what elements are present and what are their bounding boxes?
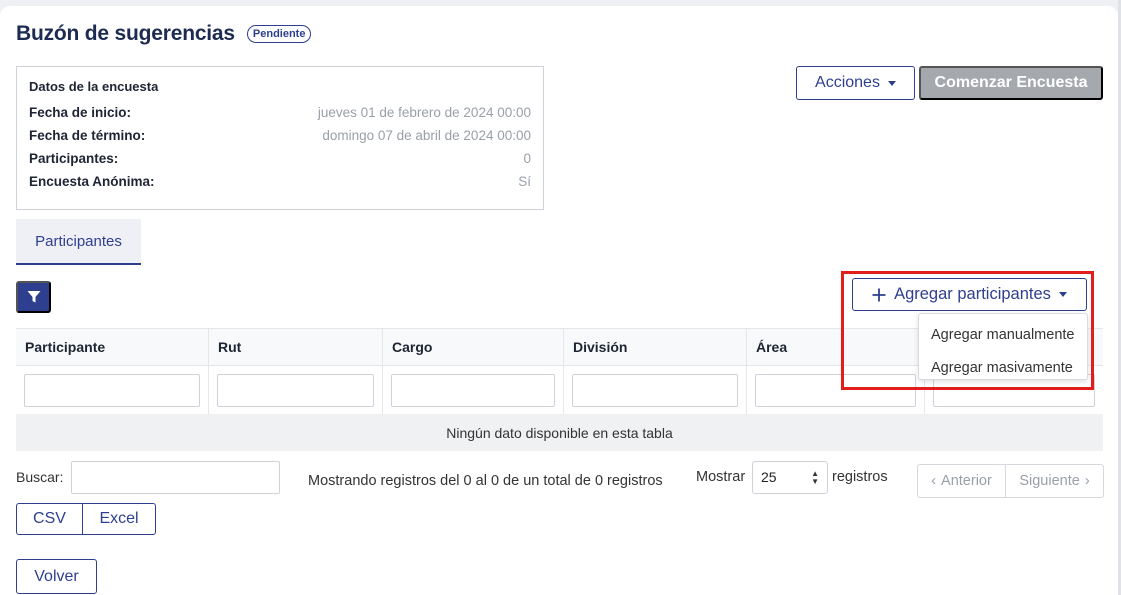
info-label: Fecha de inicio:: [29, 105, 132, 120]
export-excel-button[interactable]: Excel: [83, 503, 156, 535]
column-header-area[interactable]: Área: [747, 329, 925, 365]
sort-arrows-icon: ▲ ▼: [811, 469, 819, 486]
acciones-dropdown-button[interactable]: Acciones: [796, 66, 915, 100]
add-participants-label: Agregar participantes: [894, 285, 1051, 303]
plus-icon: [872, 288, 886, 301]
filter-cell: [16, 366, 209, 414]
page-title: Buzón de sugerencias: [16, 22, 235, 45]
back-button[interactable]: Volver: [16, 559, 97, 594]
table-info-text: Mostrando registros del 0 al 0 de un tot…: [308, 473, 663, 489]
filter-input-division[interactable]: [572, 374, 738, 407]
acciones-label: Acciones: [815, 74, 880, 91]
info-row-participants: Participantes: 0: [29, 151, 531, 174]
next-page-button[interactable]: Siguiente ›: [1006, 464, 1104, 498]
column-header-division[interactable]: División: [564, 329, 747, 365]
add-participants-dropdown-button[interactable]: Agregar participantes: [852, 278, 1087, 311]
info-label: Participantes:: [29, 151, 119, 166]
page-size-select[interactable]: 25 ▲ ▼: [752, 461, 828, 494]
filter-button[interactable]: [16, 281, 51, 313]
empty-table-message: Ningún dato disponible en esta tabla: [16, 414, 1103, 451]
info-label: Encuesta Anónima:: [29, 174, 155, 189]
title-row: Buzón de sugerencias Pendiente: [16, 22, 312, 46]
tab-participantes[interactable]: Participantes: [16, 219, 141, 265]
filter-input-area[interactable]: [755, 374, 916, 407]
caret-down-icon: [1058, 292, 1067, 297]
filter-icon: [27, 291, 40, 303]
status-badge: Pendiente: [246, 25, 312, 43]
column-header-cargo[interactable]: Cargo: [383, 329, 564, 365]
info-row-start-date: Fecha de inicio: jueves 01 de febrero de…: [29, 105, 531, 128]
export-button-group: CSV Excel: [16, 503, 156, 535]
show-label: Mostrar: [696, 469, 746, 485]
info-row-end-date: Fecha de término: domingo 07 de abril de…: [29, 128, 531, 151]
info-value: jueves 01 de febrero de 2024 00:00: [317, 105, 531, 120]
pagination: ‹ Anterior Siguiente ›: [917, 464, 1104, 498]
previous-page-button[interactable]: ‹ Anterior: [917, 464, 1006, 498]
previous-label: Anterior: [941, 473, 992, 489]
page-size-value: 25: [761, 469, 777, 485]
filter-cell: [564, 366, 747, 414]
next-label: Siguiente: [1019, 473, 1080, 489]
filter-cell: [383, 366, 564, 414]
comenzar-encuesta-button[interactable]: Comenzar Encuesta: [919, 66, 1103, 100]
filter-cell: [747, 366, 925, 414]
caret-down-icon: [887, 80, 896, 86]
survey-info-box: Datos de la encuesta Fecha de inicio: ju…: [16, 66, 544, 210]
info-value: 0: [523, 151, 531, 166]
chevron-right-icon: ›: [1084, 473, 1090, 489]
info-value: Sí: [518, 174, 531, 189]
filter-input-participante[interactable]: [24, 374, 200, 407]
export-csv-button[interactable]: CSV: [16, 503, 83, 535]
info-row-anonymous: Encuesta Anónima: Sí: [29, 174, 531, 197]
filter-input-cargo[interactable]: [391, 374, 555, 407]
search-label: Buscar:: [16, 469, 64, 485]
filter-input-rut[interactable]: [217, 374, 374, 407]
column-header-rut[interactable]: Rut: [209, 329, 383, 365]
chevron-left-icon: ‹: [931, 473, 937, 489]
info-label: Fecha de término:: [29, 128, 146, 143]
menu-item-add-bulk[interactable]: Agregar masivamente: [919, 351, 1087, 384]
column-header-participante[interactable]: Participante: [16, 329, 209, 365]
filter-cell: [209, 366, 383, 414]
records-label: registros: [832, 469, 888, 485]
search-input[interactable]: [71, 461, 280, 494]
survey-info-heading: Datos de la encuesta: [29, 79, 159, 94]
info-value: domingo 07 de abril de 2024 00:00: [322, 128, 531, 143]
menu-item-add-manually[interactable]: Agregar manualmente: [919, 318, 1087, 351]
add-participants-menu: Agregar manualmente Agregar masivamente: [918, 313, 1088, 380]
